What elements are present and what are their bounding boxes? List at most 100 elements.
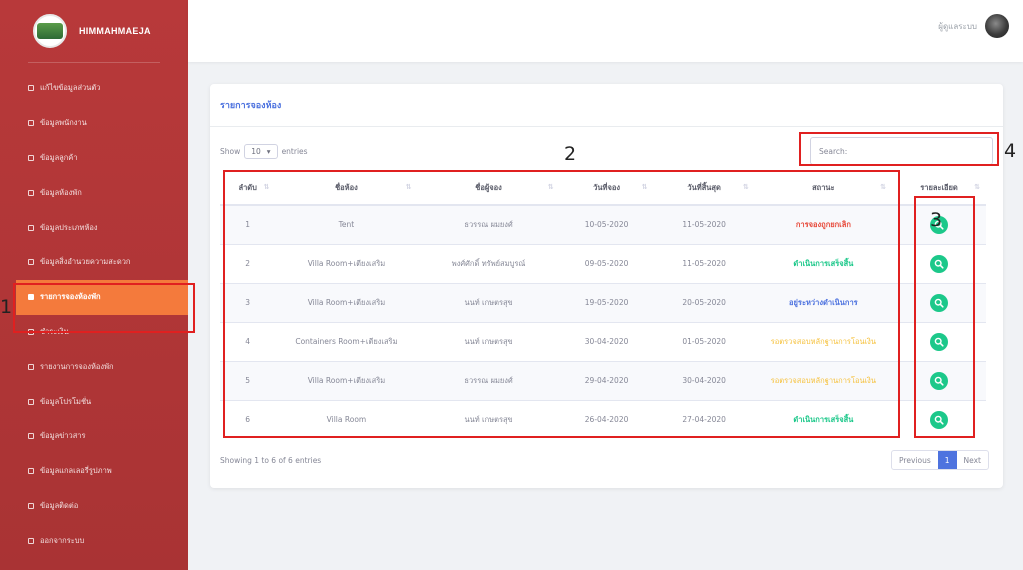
sidebar-item-13[interactable]: ออกจากระบบ [0,523,188,558]
cell-detail [892,399,986,439]
cell-booked: 09-05-2020 [559,243,654,283]
view-detail-button[interactable] [930,410,948,429]
cell-end: 11-05-2020 [653,204,755,244]
sort-icon: ⇅ [880,183,886,191]
column-header[interactable]: วันที่จอง ⇅ [559,172,654,206]
column-header[interactable]: ชื่อผู้จอง ⇅ [417,172,560,206]
sidebar-item-8[interactable]: รายงานการจองห้องพัก [0,349,188,384]
sort-icon: ⇅ [547,183,554,191]
view-detail-button[interactable] [930,254,948,273]
pagination-page-1[interactable]: 1 [937,451,957,469]
cell-customer: ธวรรณ ผมยงศ์ [417,360,560,400]
sidebar-item-label: ข้อมูลโปรโมชั่น [40,396,92,406]
sidebar-item-10[interactable]: ข้อมูลข่าวสาร [0,419,188,454]
menu-item-icon [28,398,34,405]
sidebar-item-5[interactable]: ข้อมูลสิ่งอำนวยความสะดวก [0,245,188,280]
sidebar-item-label: ออกจากระบบ [40,535,85,545]
sidebar-item-1[interactable]: ข้อมูลพนักงาน [0,106,188,141]
cell-detail [892,321,986,361]
annotation-label-4: 4 [1004,140,1017,162]
cell-booked: 29-04-2020 [559,360,654,400]
length-select[interactable]: 10 ▾ [244,144,278,159]
magnifier-icon [934,337,944,347]
cell-customer: ธวรรณ ผมยงศ์ [417,204,560,244]
brand[interactable]: HIMMAHMAEJA [0,0,188,62]
menu-item-icon [28,259,34,266]
view-detail-button[interactable] [930,332,948,351]
search-input[interactable] [851,146,952,156]
chevron-down-icon: ▾ [266,147,271,156]
cell-no: 4 [220,321,276,361]
cell-booked: 26-04-2020 [559,399,654,439]
sort-icon: ⇅ [974,183,980,191]
brand-name: HIMMAHMAEJA [79,26,151,36]
cell-status: รอตรวจสอบหลักฐานการโอนเงิน [754,360,892,400]
sort-icon: ⇅ [405,183,412,191]
view-detail-button[interactable] [930,371,948,390]
sidebar-menu: แก้ไขข้อมูลส่วนตัวข้อมูลพนักงานข้อมูลลูก… [0,71,188,558]
page-title: รายการจองห้อง [220,101,282,111]
table-row: 5 Villa Room+เตียงเสริม ธวรรณ ผมยงศ์ 29-04-… [220,360,986,400]
avatar[interactable] [985,14,1009,38]
pagination-previous[interactable]: Previous [892,451,938,469]
table-body: 1 Tent ธวรรณ ผมยงศ์ 10-05-2020 11-05-2020 การ… [220,204,986,439]
magnifier-icon [934,415,944,425]
magnifier-icon [934,259,944,269]
column-header[interactable]: สถานะ ⇅ [754,172,892,206]
sidebar-item-label: ข้อมูลแกลเลอรี่รูปภาพ [40,466,112,476]
column-header[interactable]: ชื่อห้อง ⇅ [275,172,418,206]
sidebar-item-label: ชำระเงิน [40,326,69,336]
column-header[interactable]: รายละเอียด ⇅ [892,172,986,206]
column-header[interactable]: ลำดับ ⇅ [220,172,276,206]
menu-item-icon [28,537,34,544]
menu-item-icon [28,224,34,231]
pagination-next[interactable]: Next [957,451,988,469]
menu-item-icon [28,363,34,370]
sidebar-item-label: รายงานการจองห้องพัก [40,361,114,371]
user-menu[interactable]: ผู้ดูแลระบบ [938,14,1009,38]
sidebar-item-11[interactable]: ข้อมูลแกลเลอรี่รูปภาพ [0,454,188,489]
sidebar-item-label: ข้อมูลประเภทห้อง [40,222,98,232]
entries-length: Show 10 ▾ entries [220,144,308,159]
sidebar-divider [28,62,160,63]
cell-end: 01-05-2020 [653,321,755,361]
column-header-label: รายละเอียด [920,183,958,192]
table-row: 6 Villa Room นนท์ เกษตรสุข 26-04-2020 27-04-… [220,399,986,439]
cell-booked: 10-05-2020 [559,204,654,244]
sidebar-item-0[interactable]: แก้ไขข้อมูลส่วนตัว [0,71,188,106]
sidebar-item-12[interactable]: ข้อมูลติดต่อ [0,489,188,524]
sidebar-item-3[interactable]: ข้อมูลห้องพัก [0,175,188,210]
cell-room: Villa Room+เตียงเสริม [275,360,418,400]
sidebar-item-label: ข้อมูลห้องพัก [40,187,82,197]
cell-status: อยู่ระหว่างดำเนินการ [754,282,892,322]
column-header-label: วันที่สิ้นสุด [687,183,721,192]
sidebar-item-4[interactable]: ข้อมูลประเภทห้อง [0,210,188,245]
sidebar-item-label: ข้อมูลลูกค้า [40,152,78,162]
column-header-label: ลำดับ [238,183,257,192]
menu-item-icon [28,120,34,127]
cell-room: Villa Room [275,399,418,439]
cell-no: 3 [220,282,276,322]
cell-booked: 30-04-2020 [559,321,654,361]
sidebar-item-6[interactable]: รายการจองห้องพัก [16,279,188,315]
view-detail-button[interactable] [930,293,948,312]
sidebar-item-9[interactable]: ข้อมูลโปรโมชั่น [0,384,188,419]
cell-detail [892,282,986,322]
sidebar-item-label: ข้อมูลข่าวสาร [40,431,86,441]
column-header-label: วันที่จอง [593,183,620,192]
table-header-row: ลำดับ ⇅ ชื่อห้อง ⇅ ชื่อผู้จอง ⇅ วันที่จอง ⇅ วันท… [220,172,986,206]
cell-status: รอตรวจสอบหลักฐานการโอนเงิน [754,321,892,361]
sidebar-item-label: ข้อมูลติดต่อ [40,500,79,510]
column-header-label: สถานะ [812,183,835,192]
annotation-label-1: 1 [0,296,13,318]
booking-table: ลำดับ ⇅ ชื่อห้อง ⇅ ชื่อผู้จอง ⇅ วันที่จอง ⇅ วันท… [220,172,986,439]
sidebar-item-7[interactable]: ชำระเงิน [0,315,188,350]
annotation-label-2: 2 [564,143,577,165]
menu-item-icon [28,189,34,196]
column-header[interactable]: วันที่สิ้นสุด ⇅ [653,172,755,206]
sidebar-item-2[interactable]: ข้อมูลลูกค้า [0,141,188,176]
sidebar-item-label: แก้ไขข้อมูลส่วนตัว [40,83,101,93]
table-row: 2 Villa Room+เตียงเสริม พงศ์ศักดิ์ ทรัพย์ส… [220,243,986,283]
cell-status: ดำเนินการเสร็จสิ้น [754,243,892,283]
cell-end: 11-05-2020 [653,243,755,283]
